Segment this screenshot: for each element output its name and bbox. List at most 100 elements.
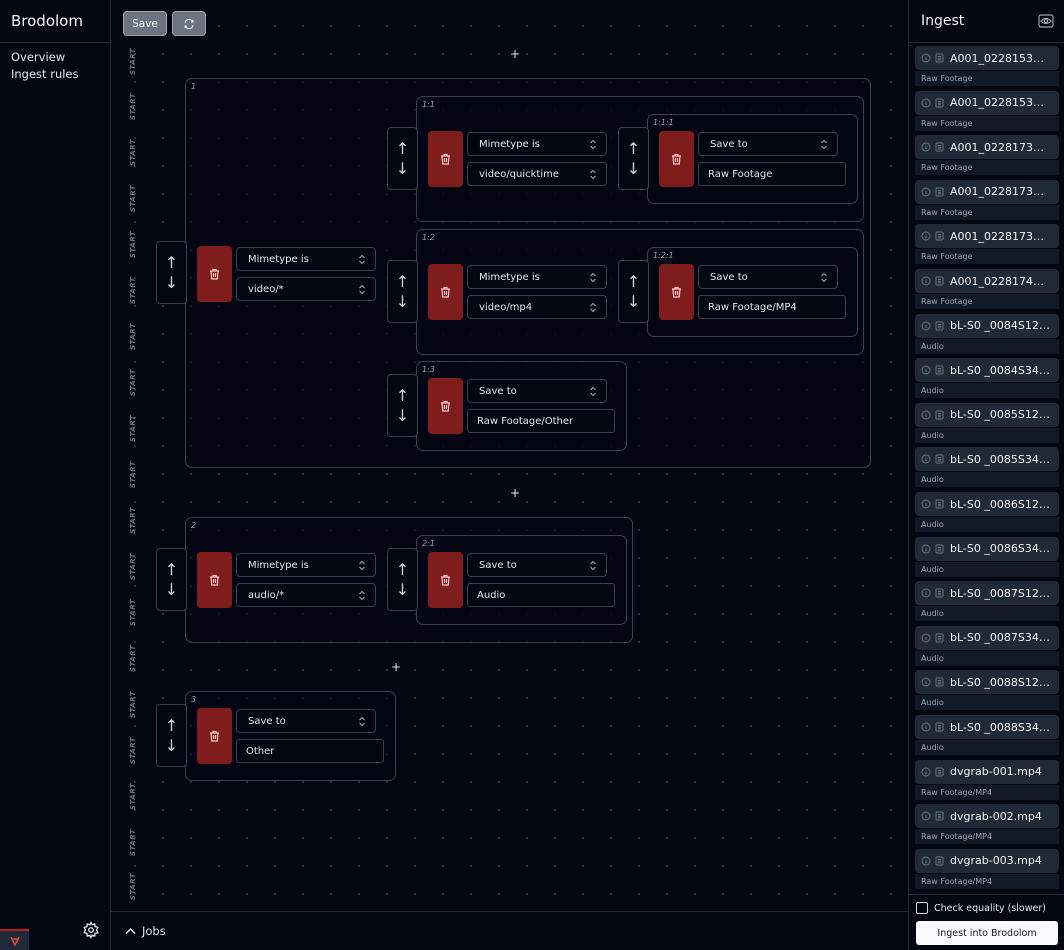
delete-rule-button[interactable] [428, 378, 463, 434]
info-icon[interactable] [921, 276, 931, 286]
move-handle[interactable]: ↑ ↓ [387, 374, 418, 437]
move-handle[interactable]: ↑ ↓ [618, 260, 649, 323]
ingest-file-item[interactable]: bL-S0 _0087S34D.wav Audio [915, 625, 1059, 668]
file-pill[interactable]: bL-S0 _0085S34D.wav [915, 447, 1059, 472]
file-pill[interactable]: dvgrab-001.mp4 [915, 759, 1059, 784]
action-select[interactable]: Save to [467, 553, 607, 577]
info-icon[interactable] [921, 811, 931, 821]
info-icon[interactable] [921, 633, 931, 643]
move-handle[interactable]: ↑ ↓ [156, 704, 187, 767]
ingest-file-item[interactable]: bL-S0 _0086S12.wav Audio [915, 492, 1059, 534]
ingest-file-item[interactable]: bL-S0 _0084S12.wav Audio [915, 313, 1059, 356]
nav-overview[interactable]: Overview [11, 49, 99, 66]
file-pill[interactable]: dvgrab-002.mp4 [915, 804, 1059, 829]
info-icon[interactable] [921, 53, 931, 63]
file-pill[interactable]: A001_02281735_C003.mov [915, 135, 1059, 160]
mimetype-select[interactable]: video/quicktime [467, 162, 607, 186]
ingest-file-item[interactable]: dvgrab-003.mp4 Raw Footage/MP4 [915, 848, 1059, 890]
mimetype-select[interactable]: audio/* [236, 583, 376, 607]
destination-input[interactable]: Raw Footage [698, 162, 846, 186]
info-icon[interactable] [921, 98, 931, 108]
info-icon[interactable] [921, 187, 931, 197]
delete-rule-button[interactable] [428, 264, 463, 320]
condition-select[interactable]: Mimetype is [236, 247, 376, 271]
ingest-file-item[interactable]: bL-S0 _0087S12.wav Audio [915, 581, 1059, 623]
ingest-file-item[interactable]: dvgrab-001.mp4 Raw Footage/MP4 [915, 759, 1059, 802]
info-icon[interactable] [921, 454, 931, 464]
add-rule-button[interactable]: + [510, 47, 520, 61]
file-pill[interactable]: bL-S0 _0088S34D.wav [915, 715, 1059, 739]
file-pill[interactable]: bL-S0 _0086S34D.wav [915, 536, 1059, 561]
file-pill[interactable]: bL-S0 _0085S12.wav [915, 402, 1059, 427]
ingest-button[interactable]: Ingest into Brodolom [916, 921, 1058, 945]
file-pill[interactable]: bL-S0 _0084S12.wav [915, 313, 1059, 338]
ingest-file-item[interactable]: bL-S0 _0088S34D.wav Audio [915, 715, 1059, 757]
move-handle[interactable]: ↑ ↓ [618, 127, 649, 190]
file-pill[interactable]: bL-S0 _0084S34D.wav [915, 358, 1059, 383]
file-pill[interactable]: A001_02281530_C001.mov [915, 46, 1059, 70]
jobs-bar[interactable]: Jobs [111, 911, 908, 950]
mimetype-select[interactable]: video/mp4 [467, 295, 607, 319]
delete-rule-button[interactable] [197, 552, 232, 608]
action-select[interactable]: Save to [467, 379, 607, 403]
ingest-file-item[interactable]: bL-S0 _0085S34D.wav Audio [915, 447, 1059, 489]
delete-rule-button[interactable] [428, 131, 463, 187]
info-icon[interactable] [921, 722, 931, 732]
move-handle[interactable]: ↑ ↓ [156, 548, 187, 611]
info-icon[interactable] [921, 544, 931, 554]
file-pill[interactable]: A001_02281738_C004.mov [915, 179, 1059, 204]
move-handle[interactable]: ↑ ↓ [387, 127, 418, 190]
info-icon[interactable] [921, 588, 931, 598]
file-pill[interactable]: dvgrab-003.mp4 [915, 848, 1059, 873]
info-icon[interactable] [921, 856, 931, 866]
info-icon[interactable] [921, 142, 931, 152]
info-icon[interactable] [921, 231, 931, 241]
delete-rule-button[interactable] [197, 708, 232, 764]
condition-select[interactable]: Mimetype is [467, 265, 607, 289]
ingest-file-item[interactable]: bL-S0 _0085S12.wav Audio [915, 402, 1059, 445]
ingest-file-item[interactable]: dvgrab-002.mp4 Raw Footage/MP4 [915, 804, 1059, 846]
ingest-file-item[interactable]: A001_02281740_C006.mov Raw Footage [915, 269, 1059, 311]
file-pill[interactable]: bL-S0 _0088S12.wav [915, 670, 1059, 695]
destination-input[interactable]: Raw Footage/MP4 [698, 295, 846, 319]
action-select[interactable]: Save to [236, 709, 376, 733]
ingest-file-item[interactable]: bL-S0 _0088S12.wav Audio [915, 670, 1059, 712]
ingest-file-item[interactable]: bL-S0 _0084S34D.wav Audio [915, 358, 1059, 400]
check-equality-toggle[interactable]: Check equality (slower) [916, 902, 1046, 914]
settings-gear-icon[interactable] [82, 920, 100, 940]
ingest-file-item[interactable]: A001_02281739_C005.mov Raw Footage [915, 224, 1059, 266]
info-icon[interactable] [921, 410, 931, 420]
info-icon[interactable] [921, 321, 931, 331]
file-pill[interactable]: A001_02281739_C005.mov [915, 224, 1059, 249]
delete-rule-button[interactable] [197, 246, 232, 302]
file-pill[interactable]: bL-S0 _0087S34D.wav [915, 625, 1059, 650]
info-icon[interactable] [921, 677, 931, 687]
preview-eye-icon[interactable] [1038, 13, 1054, 29]
action-select[interactable]: Save to [698, 132, 838, 156]
ingest-file-item[interactable]: bL-S0 _0086S34D.wav Audio [915, 536, 1059, 579]
destination-input[interactable]: Audio [467, 583, 615, 607]
file-pill[interactable]: A001_02281532_C002.mov [915, 90, 1059, 115]
add-rule-button[interactable]: + [510, 486, 520, 500]
condition-select[interactable]: Mimetype is [467, 132, 607, 156]
reload-button[interactable] [172, 11, 206, 36]
file-pill[interactable]: bL-S0 _0087S12.wav [915, 581, 1059, 606]
add-rule-button[interactable]: + [391, 660, 401, 674]
ingest-file-item[interactable]: A001_02281735_C003.mov Raw Footage [915, 135, 1059, 177]
condition-select[interactable]: Mimetype is [236, 553, 376, 577]
destination-input[interactable]: Raw Footage/Other [467, 409, 615, 433]
delete-rule-button[interactable] [659, 131, 694, 187]
checkbox[interactable] [916, 902, 928, 914]
move-handle[interactable]: ↑ ↓ [387, 548, 418, 611]
ingest-file-item[interactable]: A001_02281530_C001.mov Raw Footage [915, 46, 1059, 88]
action-select[interactable]: Save to [698, 265, 838, 289]
nav-ingest-rules[interactable]: Ingest rules [11, 66, 99, 83]
delete-rule-button[interactable] [659, 264, 694, 320]
info-icon[interactable] [921, 365, 931, 375]
file-pill[interactable]: bL-S0 _0086S12.wav [915, 492, 1059, 516]
ingest-file-item[interactable]: A001_02281738_C004.mov Raw Footage [915, 179, 1059, 222]
info-icon[interactable] [921, 767, 931, 777]
destination-input[interactable]: Other [236, 739, 384, 763]
mimetype-select[interactable]: video/* [236, 277, 376, 301]
delete-rule-button[interactable] [428, 552, 463, 608]
